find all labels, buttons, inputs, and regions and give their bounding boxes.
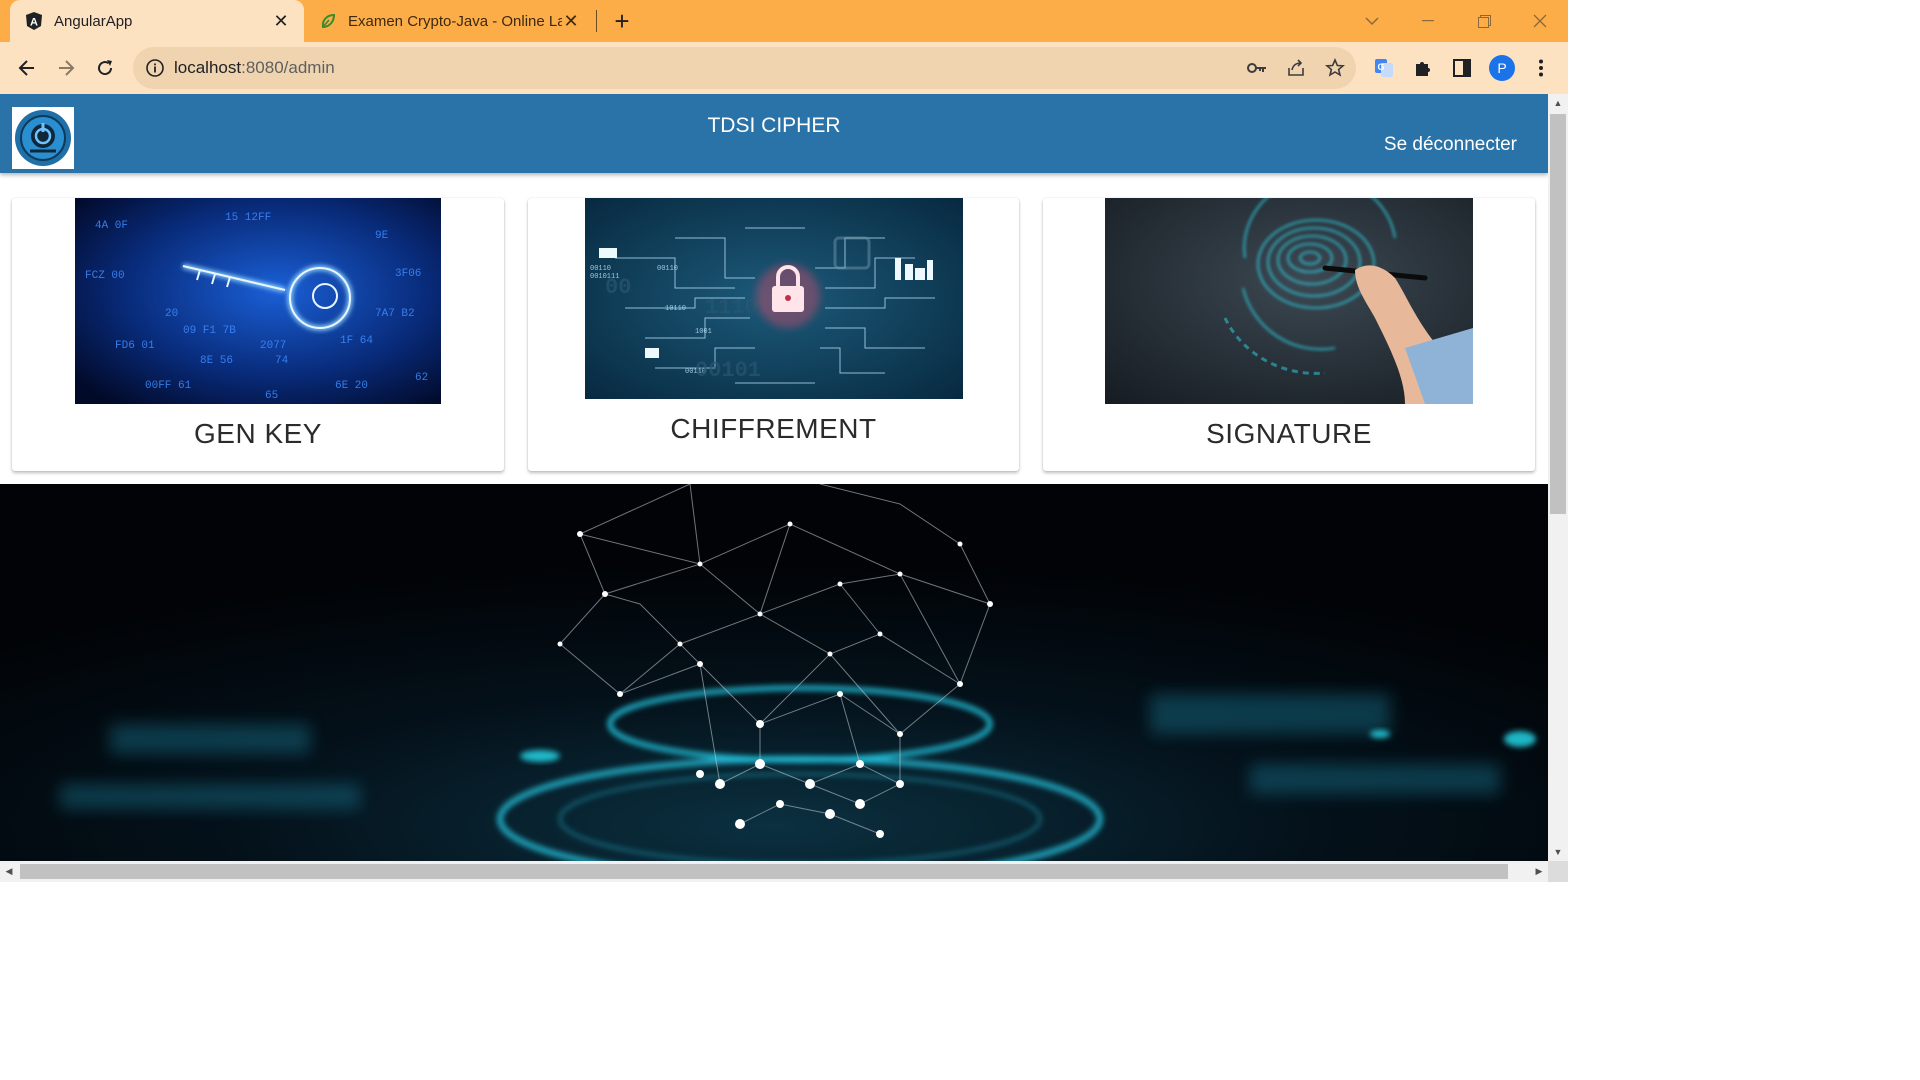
leaf-icon [318, 11, 338, 31]
card-label: CHIFFREMENT [670, 413, 877, 444]
svg-text:10110: 10110 [665, 305, 686, 313]
scroll-left-arrow-icon[interactable]: ◀ [0, 861, 18, 882]
minimize-button[interactable] [1400, 0, 1456, 42]
profile-initial: P [1489, 55, 1515, 81]
chiffrement-card[interactable]: 00110 0010111 00110 10110 1001 00110 00 11101… [528, 198, 1019, 471]
vertical-scrollbar[interactable]: ▲ ▼ [1548, 94, 1568, 861]
google-translate-icon[interactable]: G [1370, 54, 1398, 82]
svg-text:FD6 01: FD6 01 [115, 340, 155, 352]
svg-text:00101: 00101 [695, 358, 761, 383]
back-button[interactable] [9, 50, 45, 86]
svg-text:65: 65 [265, 390, 278, 402]
card-label: GEN KEY [194, 418, 322, 449]
browser-tab-bar: A AngularApp ✕ Examen Crypto-Java - Onli… [0, 0, 1568, 42]
address-bar[interactable]: localhost:8080/admin [133, 47, 1356, 89]
tab-search-chevron-icon[interactable] [1344, 0, 1400, 42]
network-hologram-image [0, 484, 1548, 861]
svg-text:20: 20 [165, 308, 178, 320]
site-info-icon[interactable] [145, 58, 165, 78]
close-tab-icon[interactable]: ✕ [272, 11, 290, 31]
page-viewport: TDSI CIPHER Se déconnecter 4A 0F 15 12FF 9… [0, 94, 1548, 861]
url-path: :8080/admin [241, 58, 335, 77]
extensions-puzzle-icon[interactable] [1409, 54, 1437, 82]
tab-separator [596, 10, 597, 32]
browser-toolbar: localhost:8080/admin G P [0, 42, 1568, 94]
svg-text:9E: 9E [375, 230, 389, 242]
horizontal-scrollbar[interactable]: ◀ ▶ [0, 861, 1548, 882]
bookmark-star-icon[interactable] [1323, 56, 1347, 80]
close-tab-icon[interactable]: ✕ [562, 11, 580, 31]
svg-text:1001: 1001 [695, 328, 712, 336]
svg-text:4A 0F: 4A 0F [95, 220, 128, 232]
scroll-right-arrow-icon[interactable]: ▶ [1530, 861, 1548, 882]
scroll-up-arrow-icon[interactable]: ▲ [1548, 94, 1568, 112]
card-label: SIGNATURE [1206, 418, 1372, 449]
horizontal-scroll-thumb[interactable] [20, 864, 1508, 879]
url-host: localhost [174, 58, 242, 77]
svg-text:6E 20: 6E 20 [335, 380, 368, 392]
svg-text:FCZ 00: FCZ 00 [85, 270, 125, 282]
forward-button[interactable] [48, 50, 84, 86]
signature-card[interactable]: SIGNATURE [1043, 176, 1535, 471]
url-text: localhost:8080/admin [174, 58, 335, 78]
reload-button[interactable] [87, 50, 123, 86]
app-header: TDSI CIPHER Se déconnecter [0, 94, 1548, 173]
tab-title: AngularApp [54, 12, 133, 30]
profile-avatar[interactable]: P [1488, 54, 1516, 82]
svg-text:00: 00 [605, 275, 631, 300]
svg-text:2077: 2077 [260, 340, 286, 352]
svg-text:7A7 B2: 7A7 B2 [375, 308, 415, 320]
tab-title: Examen Crypto-Java - Online La [348, 12, 562, 30]
scroll-down-arrow-icon[interactable]: ▼ [1548, 843, 1568, 861]
vertical-scroll-thumb[interactable] [1550, 114, 1566, 514]
password-key-icon[interactable] [1245, 56, 1269, 80]
svg-text:8E 56: 8E 56 [200, 355, 233, 367]
svg-text:A: A [30, 17, 38, 29]
svg-text:1F 64: 1F 64 [340, 335, 373, 347]
svg-text:09 F1 7B: 09 F1 7B [183, 325, 236, 337]
restore-button[interactable] [1456, 0, 1512, 42]
logout-link[interactable]: Se déconnecter [1384, 134, 1517, 156]
digital-fingerprint-pen-image [1105, 176, 1473, 404]
side-panel-icon[interactable] [1448, 54, 1476, 82]
svg-text:00110: 00110 [657, 265, 678, 273]
close-window-button[interactable] [1512, 0, 1568, 42]
tab-examen-crypto-java[interactable]: Examen Crypto-Java - Online La ✕ [306, 0, 592, 42]
svg-text:15 12FF: 15 12FF [225, 212, 271, 224]
browser-menu-icon[interactable] [1527, 54, 1555, 82]
angular-icon: A [24, 11, 44, 31]
svg-text:62: 62 [415, 372, 428, 384]
padlock-circuit-image: 00110 0010111 00110 10110 1001 00110 00 11101… [585, 198, 963, 399]
share-icon[interactable] [1284, 56, 1308, 80]
tab-angularapp[interactable]: A AngularApp ✕ [10, 0, 304, 42]
svg-text:00FF 61: 00FF 61 [145, 380, 192, 392]
svg-text:3F06: 3F06 [395, 268, 421, 280]
app-title: TDSI CIPHER [707, 114, 841, 137]
glowing-key-binary-image: 4A 0F 15 12FF 9E FCZ 00 3F06 20 7A7 B2 09 F1… [75, 198, 441, 404]
gen-key-card[interactable]: 4A 0F 15 12FF 9E FCZ 00 3F06 20 7A7 B2 09 F1… [12, 198, 504, 471]
scrollbar-corner [1548, 861, 1568, 882]
svg-text:00110: 00110 [590, 265, 611, 273]
svg-text:74: 74 [275, 355, 289, 367]
svg-text:G: G [1377, 62, 1384, 72]
new-tab-button[interactable]: + [608, 6, 636, 36]
